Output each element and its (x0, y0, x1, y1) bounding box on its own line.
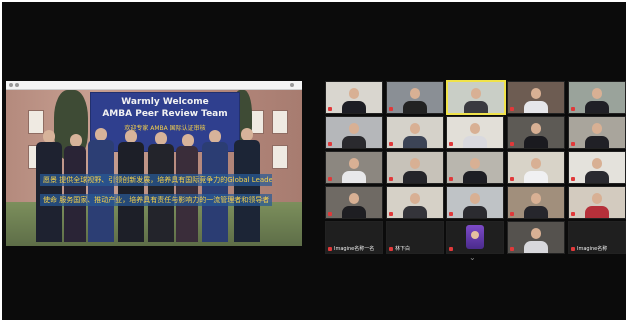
mic-muted-icon (571, 212, 575, 216)
video-meeting-window: Warmly Welcome AMBA Peer Review Team 欢迎专… (2, 2, 626, 320)
mic-muted-icon (449, 212, 453, 216)
shared-screen-toolbar (6, 81, 302, 90)
mic-muted-icon (510, 142, 514, 146)
participant-tile[interactable] (325, 186, 383, 219)
participant-tile[interactable] (325, 116, 383, 149)
mic-muted-icon (449, 247, 453, 251)
avatar (466, 225, 484, 249)
participant-tile[interactable] (568, 116, 626, 149)
participant-tile-camera-off[interactable]: Imagine名称一名 (325, 221, 383, 254)
mic-muted-icon (389, 142, 393, 146)
banner-subtitle: AMBA Peer Review Team (102, 109, 228, 119)
participant-tile[interactable] (446, 186, 504, 219)
participant-tile-camera-off[interactable]: 林下白 (386, 221, 444, 254)
mic-muted-icon (510, 212, 514, 216)
participant-tile[interactable] (446, 151, 504, 184)
mic-muted-icon (571, 142, 575, 146)
participant-tile[interactable] (386, 81, 444, 114)
participant-tile-camera-off[interactable]: Imagine名称 (568, 221, 626, 254)
participant-tile[interactable] (325, 81, 383, 114)
participant-tile[interactable] (507, 151, 565, 184)
caption-vision: 愿景 提供全球视野、引领创新发展，培养具有国际竞争力的Global Leader… (40, 174, 272, 186)
participant-tile[interactable] (568, 151, 626, 184)
chevron-down-icon[interactable]: ⌄ (469, 254, 476, 262)
mic-muted-icon (571, 107, 575, 111)
shared-photo: Warmly Welcome AMBA Peer Review Team 欢迎专… (6, 90, 302, 246)
participant-tile[interactable] (507, 81, 565, 114)
participant-tile[interactable] (507, 186, 565, 219)
mic-muted-icon (449, 142, 453, 146)
caption-mission-text: 服务国家、推动产业，培养具有责任与影响力的一流管理者和领导者 (59, 196, 270, 204)
mic-muted-icon (328, 177, 332, 181)
participant-tile[interactable] (568, 81, 626, 114)
mic-muted-icon (389, 107, 393, 111)
mic-muted-icon (328, 142, 332, 146)
mic-muted-icon (389, 212, 393, 216)
mic-muted-icon (510, 247, 514, 251)
participant-tile[interactable] (386, 151, 444, 184)
mic-muted-icon (571, 247, 575, 251)
participant-tile[interactable] (568, 186, 626, 219)
caption-vision-label: 愿景 (43, 176, 57, 184)
mic-muted-icon (571, 177, 575, 181)
mic-muted-icon (389, 177, 393, 181)
participant-tile[interactable] (507, 116, 565, 149)
participant-tile[interactable] (446, 221, 504, 254)
participant-tile[interactable] (325, 151, 383, 184)
mic-muted-icon (328, 212, 332, 216)
shared-screen[interactable]: Warmly Welcome AMBA Peer Review Team 欢迎专… (6, 81, 302, 246)
participant-tile[interactable] (386, 186, 444, 219)
caption-mission-label: 使命 (43, 196, 57, 204)
participant-tile[interactable] (386, 116, 444, 149)
mic-muted-icon (449, 177, 453, 181)
caption-mission: 使命 服务国家、推动产业，培养具有责任与影响力的一流管理者和领导者 (40, 194, 272, 206)
participant-tile-active-speaker[interactable] (446, 80, 506, 115)
participant-tile[interactable] (507, 221, 565, 254)
mic-muted-icon (389, 247, 393, 251)
caption-vision-text: 提供全球视野、引领创新发展，培养具有国际竞争力的Global Leaders (59, 176, 272, 184)
mic-muted-icon (510, 107, 514, 111)
mic-muted-icon (328, 107, 332, 111)
participant-tile[interactable] (446, 116, 504, 149)
mic-muted-icon (510, 177, 514, 181)
mic-muted-icon (328, 247, 332, 251)
banner-title: Warmly Welcome (121, 97, 209, 107)
